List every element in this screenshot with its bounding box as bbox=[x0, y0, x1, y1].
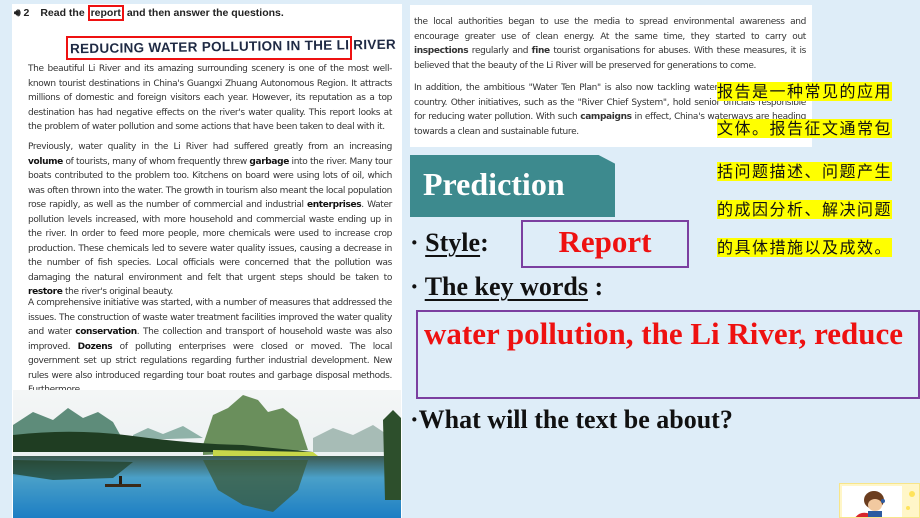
chinese-note-line: 报告是一种常见的应用 bbox=[717, 82, 917, 102]
bold-keyword: fine bbox=[531, 46, 550, 56]
chinese-note-text: 文体。报告征文通常包 bbox=[717, 119, 893, 138]
keywords-bullet: · The key words : bbox=[410, 272, 603, 302]
paragraph-text: . Water pollution levels increased, with… bbox=[28, 200, 392, 283]
chinese-note-line: 文体。报告征文通常包 bbox=[717, 119, 917, 139]
chinese-note-line: 的具体措施以及成效。 bbox=[717, 238, 917, 258]
question-bullet: ·What will the text be about? bbox=[410, 405, 733, 435]
bullet-dot: · bbox=[410, 272, 419, 301]
question-text: What will the text be about? bbox=[418, 405, 733, 434]
article-paragraph: A comprehensive initiative was started, … bbox=[28, 296, 392, 398]
highlighted-word-report: report bbox=[87, 5, 124, 21]
style-label: Style bbox=[425, 228, 481, 257]
instruction-line: 🔊︎ 2 Read the report and then answer the… bbox=[14, 5, 284, 21]
prediction-header: Prediction bbox=[423, 166, 565, 202]
paragraph-text: Previously, water quality in the Li Rive… bbox=[28, 142, 392, 152]
bold-keyword: inspections bbox=[414, 46, 469, 56]
keywords-label: The key words bbox=[424, 272, 588, 301]
keywords-answer: water pollution, the Li River, reduce bbox=[424, 316, 904, 351]
chinese-note-text: 报告是一种常见的应用 bbox=[717, 82, 893, 101]
keywords-colon: : bbox=[587, 272, 604, 301]
paragraph-text: of tourists, many of whom frequently thr… bbox=[62, 156, 250, 167]
paragraph-text: the local authorities began to use the m… bbox=[414, 17, 806, 42]
bold-keyword: volume bbox=[28, 156, 63, 167]
bullet-dot: · bbox=[410, 405, 419, 434]
bold-keyword: campaigns bbox=[580, 112, 632, 122]
mascot-sticker bbox=[839, 483, 920, 518]
article-paragraph: Previously, water quality in the Li Rive… bbox=[28, 140, 392, 300]
instruction-text-after: and then answer the questions. bbox=[123, 7, 284, 19]
audio-icon: 🔊︎ bbox=[14, 7, 21, 19]
instruction-text-before: Read the bbox=[40, 7, 88, 19]
article-paragraph: The beautiful Li River and its amazing s… bbox=[28, 62, 392, 135]
paragraph-text: The beautiful Li River and its amazing s… bbox=[28, 64, 392, 132]
chinese-note-text: 的成因分析、解决问题 bbox=[717, 200, 893, 219]
bold-keyword: garbage bbox=[249, 156, 289, 167]
bold-keyword: Dozens bbox=[77, 341, 113, 352]
bold-keyword: conservation bbox=[75, 327, 137, 337]
bullet-dot: · bbox=[410, 228, 419, 257]
bold-keyword: enterprises bbox=[307, 200, 362, 210]
chinese-note-line: 括问题描述、问题产生 bbox=[717, 162, 917, 182]
style-colon: : bbox=[480, 228, 489, 257]
chinese-note-text: 的具体措施以及成效。 bbox=[717, 238, 893, 257]
paragraph-text: regularly and bbox=[468, 46, 532, 56]
style-answer: Report bbox=[558, 224, 652, 259]
chinese-note-text: 括问题描述、问题产生 bbox=[717, 162, 893, 181]
style-bullet: · Style: bbox=[410, 228, 489, 258]
article-paragraph: the local authorities began to use the m… bbox=[414, 15, 806, 73]
li-river-photo bbox=[13, 390, 401, 518]
question-number: 2 bbox=[23, 7, 30, 19]
chinese-note-line: 的成因分析、解决问题 bbox=[717, 200, 917, 220]
